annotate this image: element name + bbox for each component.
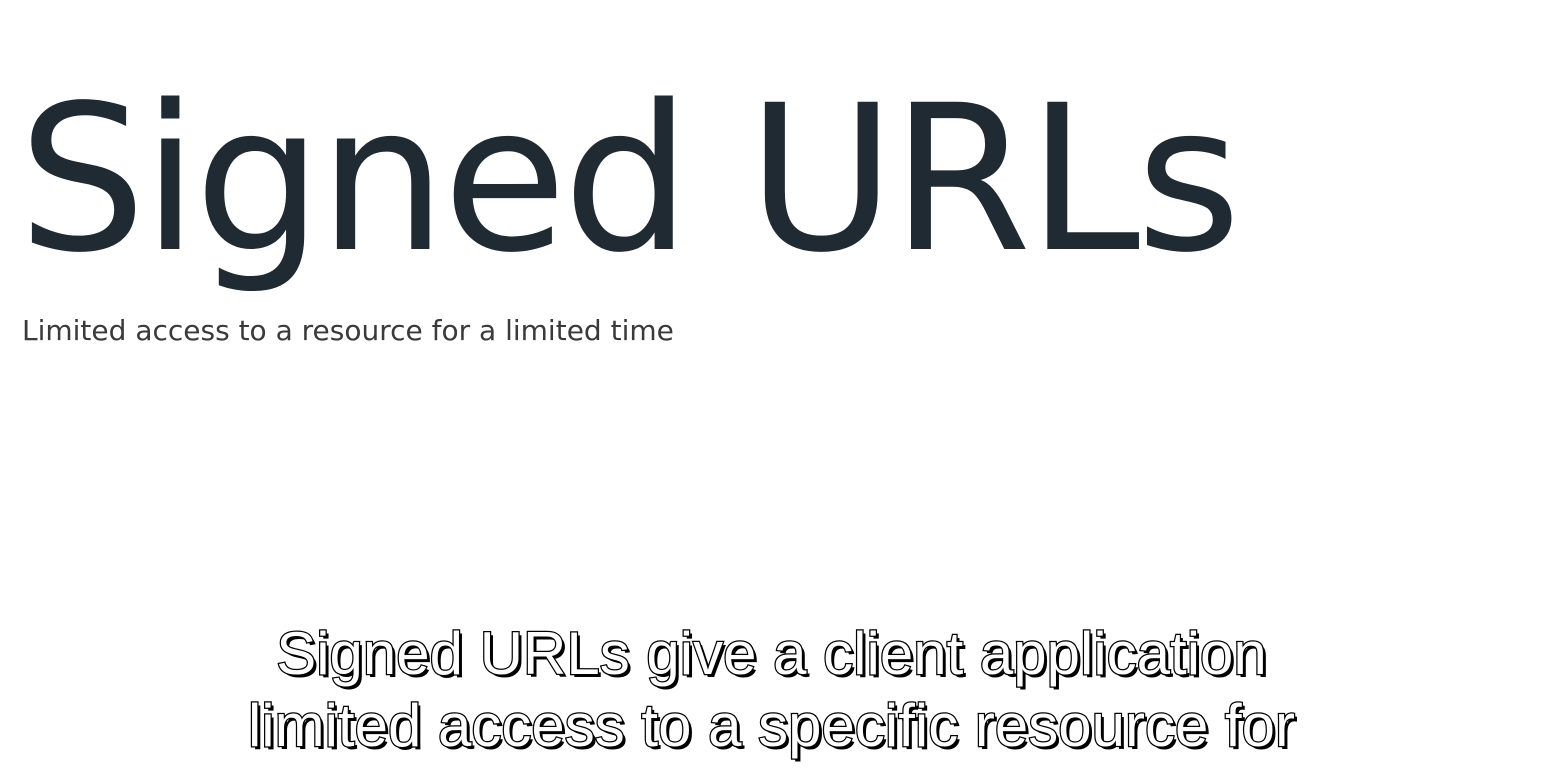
caption-line-1: Signed URLs give a client application [275,619,1268,689]
slide-title: Signed URLs [18,61,1241,297]
caption-line-2: limited access to a specific resource fo… [247,691,1297,761]
video-caption: Signed URLs give a client application li… [0,618,1543,762]
slide: Signed URLs Limited access to a resource… [0,0,1543,771]
slide-subtitle: Limited access to a resource for a limit… [22,314,674,347]
